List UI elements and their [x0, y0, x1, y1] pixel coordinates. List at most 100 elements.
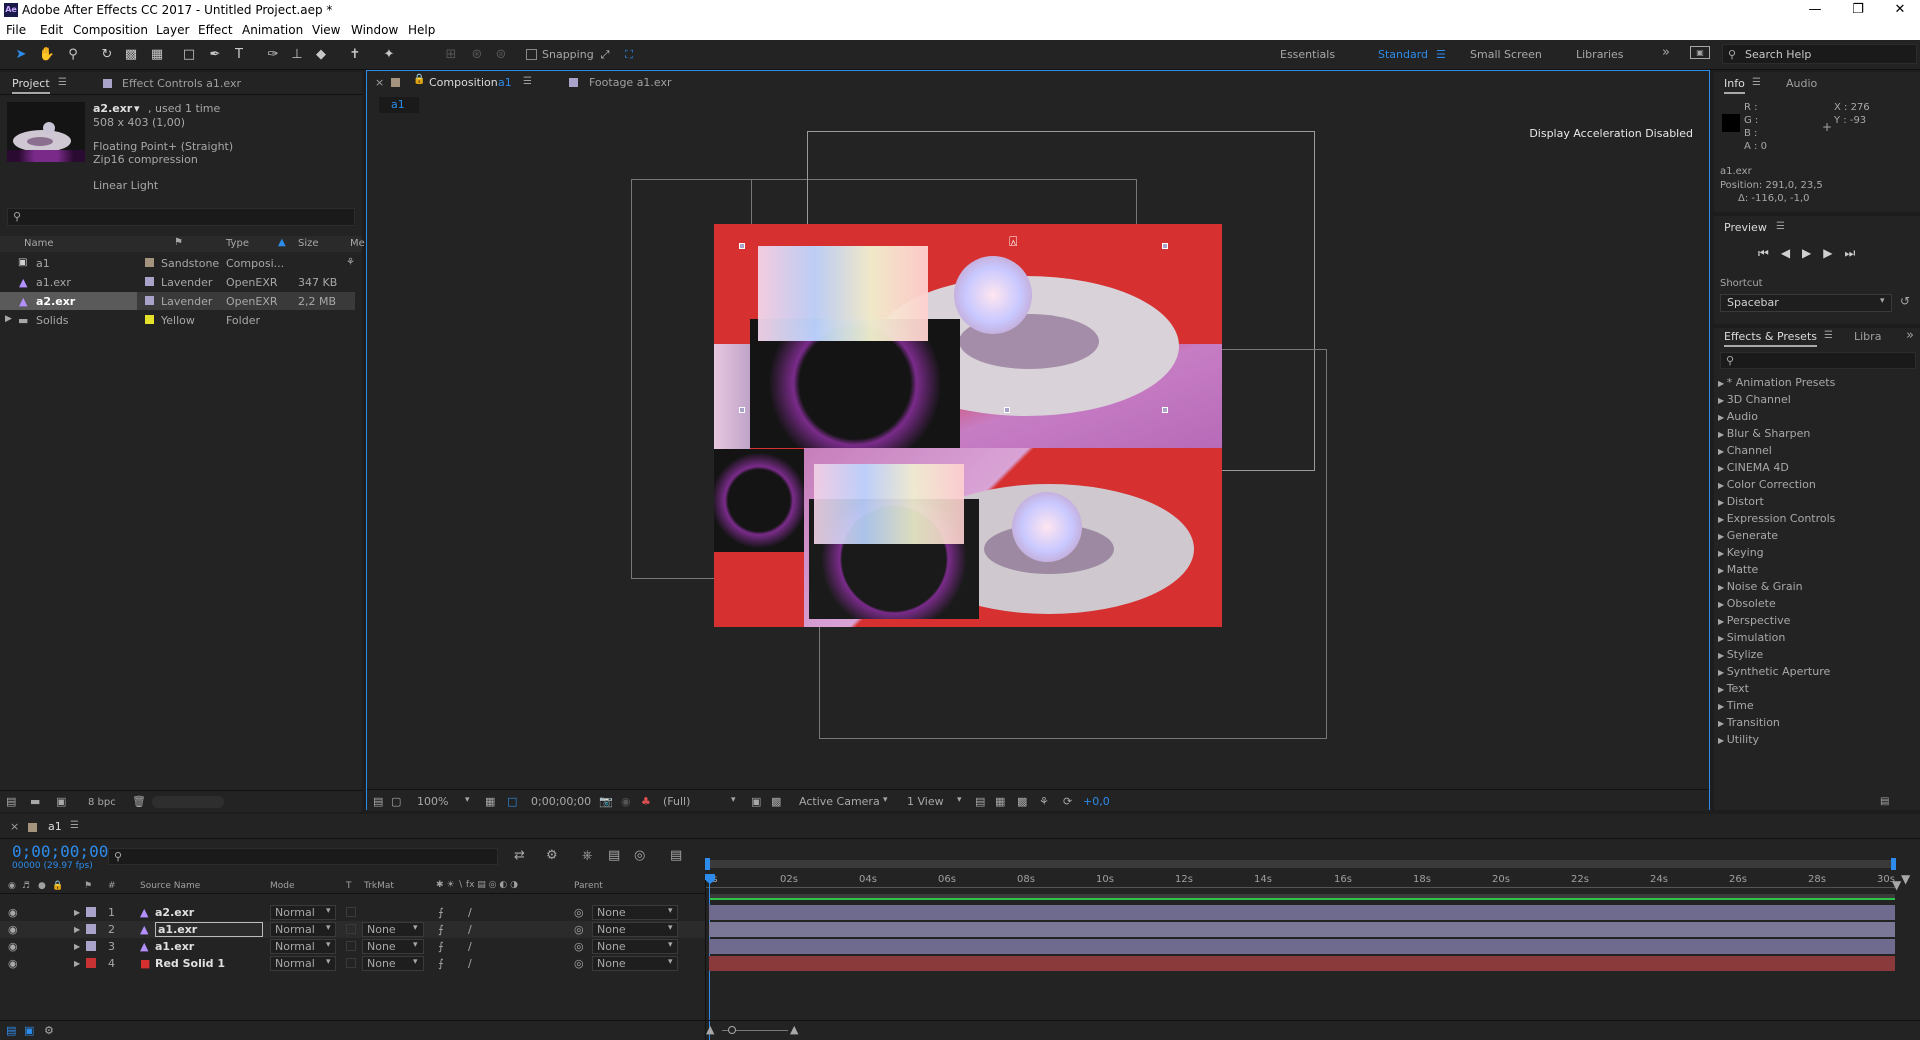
- minimize-icon[interactable]: —: [1795, 1, 1835, 19]
- next-frame-icon[interactable]: ▶: [1823, 246, 1844, 260]
- sort-ascending-icon[interactable]: ▲: [278, 237, 286, 248]
- magnification-menu-icon[interactable]: ▤: [373, 795, 383, 808]
- rectangle-tool-icon[interactable]: □: [180, 46, 198, 64]
- column-media[interactable]: Me: [350, 238, 365, 249]
- label-swatch[interactable]: [145, 258, 154, 267]
- layer-row[interactable]: ◉ ▶ 2 ▲ a1.exr Normal ▾ None ▾ ⨍ ∕ ◎ None ▾: [0, 921, 705, 938]
- layer-duration-bar[interactable]: [709, 922, 1895, 937]
- time-ruler[interactable]: 0s 02s 04s 06s 08s 10s 12s 14s 16s 18s 2…: [705, 844, 1920, 894]
- quality-switch-icon[interactable]: ∕: [468, 923, 472, 936]
- effect-category[interactable]: ▶ Transition: [1718, 716, 1780, 729]
- frame-blending-icon[interactable]: ▤: [608, 848, 620, 863]
- preserve-transparency-box[interactable]: [346, 941, 356, 951]
- reset-exposure-icon[interactable]: ⟳: [1063, 795, 1072, 808]
- menu-file[interactable]: File: [6, 23, 26, 37]
- expand-triangle-icon[interactable]: ▶: [1718, 430, 1727, 439]
- parent-dropdown[interactable]: None: [592, 922, 678, 937]
- screen-icon[interactable]: ▣: [1690, 46, 1710, 59]
- preserve-transparency-box[interactable]: [346, 924, 356, 934]
- column-trkmat[interactable]: TrkMat: [364, 881, 394, 891]
- expand-triangle-icon[interactable]: ▶: [1718, 634, 1727, 643]
- workspace-essentials[interactable]: Essentials: [1280, 48, 1335, 61]
- tab-project[interactable]: Project: [12, 77, 50, 94]
- mask-visibility-icon[interactable]: □: [507, 795, 517, 808]
- timeline-icon[interactable]: ▩: [1017, 795, 1027, 808]
- pick-whip-icon[interactable]: ◎: [574, 957, 584, 970]
- comp-viewer[interactable]: Display Acceleration Disabled ⍓: [367, 119, 1709, 789]
- audio-toggle-header-icon[interactable]: ♬: [22, 881, 30, 891]
- resolution-chevron-icon[interactable]: ▾: [731, 795, 736, 805]
- views-dropdown[interactable]: 1 View: [907, 795, 944, 808]
- shy-switch-icon[interactable]: ⨍: [438, 957, 444, 970]
- label-swatch[interactable]: [86, 924, 96, 934]
- chevron-down-icon[interactable]: ▾: [668, 957, 673, 967]
- expand-layer-switches-icon[interactable]: ▤: [6, 1024, 16, 1037]
- expand-triangle-icon[interactable]: ▶: [1718, 651, 1727, 660]
- close-tab-icon[interactable]: ×: [10, 820, 19, 833]
- timeline-search-field[interactable]: ⚲: [108, 848, 498, 865]
- comp-mini-flowchart-icon[interactable]: ⇄: [514, 848, 525, 863]
- anchor-point-icon[interactable]: ⍓: [1009, 234, 1017, 250]
- project-item-row[interactable]: ▶ ▬ Solids Yellow Folder: [0, 311, 355, 329]
- expand-triangle-icon[interactable]: ▶: [1718, 396, 1727, 405]
- tab-composition[interactable]: Composition: [429, 76, 498, 89]
- switches-header-icons[interactable]: ✱ ☀ ∖ fx ▤ ◎ ◐ ◑: [436, 880, 518, 890]
- effects-search-field[interactable]: ⚲: [1720, 352, 1916, 369]
- project-item-row[interactable]: ▣ a1 Sandstone Composi... ⚘: [0, 254, 355, 272]
- work-area-end-handle[interactable]: [1891, 858, 1896, 870]
- zoom-out-icon[interactable]: ▲: [706, 1023, 714, 1036]
- label-swatch[interactable]: [145, 315, 154, 324]
- new-composition-icon[interactable]: ▣: [56, 795, 66, 808]
- axis-view-icon[interactable]: ⊜: [492, 46, 510, 64]
- chevron-down-icon[interactable]: ▾: [668, 906, 673, 916]
- label-swatch[interactable]: [145, 296, 154, 305]
- new-folder-icon[interactable]: ▬: [30, 795, 40, 808]
- motion-blur-icon[interactable]: ◎: [634, 848, 645, 863]
- transform-handle[interactable]: [1162, 243, 1168, 249]
- transparency-grid-icon[interactable]: ▩: [771, 795, 781, 808]
- label-swatch[interactable]: [86, 941, 96, 951]
- layer-name[interactable]: Red Solid 1: [155, 957, 225, 970]
- layer-row[interactable]: ◉ ▶ 4 ■ Red Solid 1 Normal ▾ None ▾ ⨍ ∕ ◎ None ▾: [0, 955, 705, 972]
- video-visibility-icon[interactable]: ◉: [8, 940, 18, 953]
- axis-local-icon[interactable]: ⊞: [442, 46, 460, 64]
- play-icon[interactable]: ▶: [1802, 246, 1823, 260]
- expand-triangle-icon[interactable]: ▶: [1718, 668, 1727, 677]
- hand-tool-icon[interactable]: ✋: [38, 46, 56, 64]
- effect-category[interactable]: ▶ CINEMA 4D: [1718, 461, 1789, 474]
- expand-triangle-icon[interactable]: ▶: [1718, 498, 1727, 507]
- expand-triangle-icon[interactable]: ▶: [1718, 685, 1727, 694]
- menu-view[interactable]: View: [312, 23, 340, 37]
- camera-chevron-icon[interactable]: ▾: [883, 795, 888, 805]
- search-help-field[interactable]: ⚲ Search Help: [1722, 44, 1917, 64]
- layer-name[interactable]: a2.exr: [155, 906, 194, 919]
- column-number[interactable]: #: [108, 881, 116, 891]
- zoom-dropdown-icon[interactable]: ▾: [465, 795, 470, 805]
- expand-triangle-icon[interactable]: ▶: [1718, 379, 1727, 388]
- effect-category[interactable]: ▶ Utility: [1718, 733, 1759, 746]
- workspace-small-screen[interactable]: Small Screen: [1470, 48, 1542, 61]
- comp-marker-bin-icon[interactable]: ▼: [1901, 872, 1910, 886]
- safe-margins-icon[interactable]: ▦: [485, 795, 495, 808]
- solo-header-icon[interactable]: ●: [38, 881, 46, 891]
- panel-resize-icon[interactable]: ▤: [1880, 796, 1889, 807]
- column-parent[interactable]: Parent: [574, 881, 603, 891]
- shy-switch-icon[interactable]: ⨍: [438, 940, 444, 953]
- current-time[interactable]: 0;00;00;00: [12, 842, 108, 861]
- tab-audio[interactable]: Audio: [1786, 77, 1817, 90]
- expand-triangle-icon[interactable]: ▶: [1718, 600, 1727, 609]
- tab-effect-controls[interactable]: Effect Controls a1.exr: [122, 77, 241, 90]
- shy-switch-icon[interactable]: ⨍: [438, 923, 444, 936]
- comp-frame[interactable]: [714, 224, 1222, 627]
- preview-menu-icon[interactable]: ☰: [1776, 221, 1785, 232]
- brush-tool-icon[interactable]: ✑: [264, 46, 282, 64]
- pick-whip-icon[interactable]: ◎: [574, 940, 584, 953]
- hide-shy-layers-icon[interactable]: ⎈: [582, 848, 592, 863]
- expand-triangle-icon[interactable]: ▶: [1718, 736, 1727, 745]
- camera-dropdown[interactable]: Active Camera: [799, 795, 880, 808]
- expand-triangle-icon[interactable]: ▶: [1718, 481, 1727, 490]
- label-header-icon[interactable]: ⚑: [84, 881, 92, 891]
- expand-triangle-icon[interactable]: ▶: [1718, 413, 1727, 422]
- effect-category[interactable]: ▶ Color Correction: [1718, 478, 1816, 491]
- lock-header-icon[interactable]: 🔒: [52, 881, 63, 891]
